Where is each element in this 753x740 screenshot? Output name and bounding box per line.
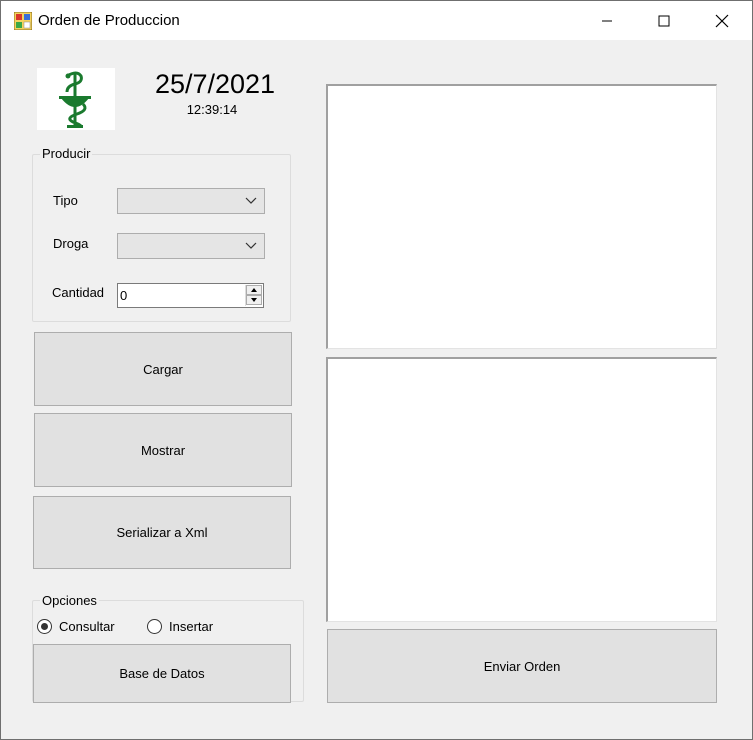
- radio-checked-icon: [37, 619, 52, 634]
- opciones-group-title: Opciones: [40, 593, 99, 608]
- window-title: Orden de Produccion: [38, 12, 180, 29]
- cantidad-value: 0: [120, 288, 128, 303]
- date-label: 25/7/2021: [154, 69, 276, 99]
- close-icon: [715, 14, 729, 27]
- orders-listbox-bottom[interactable]: [326, 357, 717, 622]
- droga-label: Droga: [53, 236, 89, 251]
- chevron-down-icon: [245, 242, 257, 249]
- spin-down-button[interactable]: [246, 295, 262, 305]
- chevron-down-icon: [245, 197, 257, 204]
- caret-down-icon: [251, 298, 257, 302]
- droga-combobox[interactable]: [117, 233, 265, 259]
- tipo-label: Tipo: [53, 193, 78, 208]
- serializar-xml-button[interactable]: Serializar a Xml: [33, 496, 291, 569]
- mostrar-button[interactable]: Mostrar: [34, 413, 292, 487]
- cantidad-label: Cantidad: [52, 285, 105, 300]
- main-window: Orden de Produccion 25/7/2021 12:39:14 P…: [0, 0, 753, 740]
- orders-listbox-top[interactable]: [326, 84, 717, 349]
- spin-up-button[interactable]: [246, 285, 262, 295]
- producir-group-title: Producir: [40, 146, 93, 161]
- radio-unchecked-icon: [147, 619, 162, 634]
- insertar-radio[interactable]: Insertar: [147, 619, 213, 634]
- cantidad-spin: [245, 285, 262, 306]
- caret-up-icon: [251, 288, 257, 292]
- pharmacy-caduceus-logo: [37, 68, 115, 130]
- cantidad-stepper[interactable]: 0: [117, 283, 264, 308]
- insertar-radio-label: Insertar: [169, 619, 214, 634]
- consultar-radio[interactable]: Consultar: [37, 619, 115, 634]
- cargar-button[interactable]: Cargar: [34, 332, 292, 406]
- maximize-button[interactable]: [635, 1, 693, 40]
- close-button[interactable]: [693, 1, 751, 40]
- tipo-combobox[interactable]: [117, 188, 265, 214]
- enviar-orden-button[interactable]: Enviar Orden: [327, 629, 717, 703]
- base-de-datos-button[interactable]: Base de Datos: [33, 644, 291, 703]
- maximize-icon: [658, 15, 670, 26]
- minimize-icon: [602, 20, 612, 21]
- time-label: 12:39:14: [186, 102, 238, 117]
- consultar-radio-label: Consultar: [59, 619, 115, 634]
- minimize-button[interactable]: [578, 1, 636, 40]
- form-app-icon: [14, 12, 32, 30]
- title-bar[interactable]: Orden de Produccion: [1, 1, 752, 40]
